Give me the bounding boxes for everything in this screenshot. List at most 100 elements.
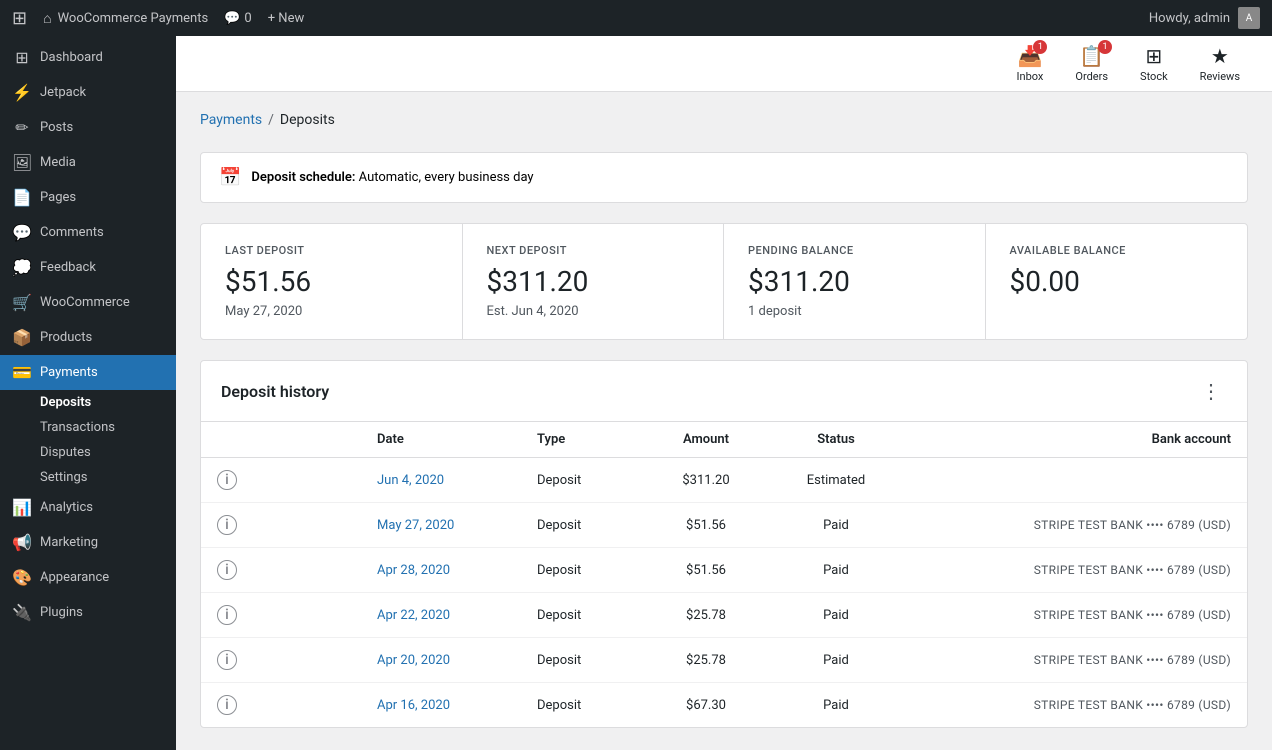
sidebar-item-payments[interactable]: 💳 Payments [0,355,176,390]
row-amount: $51.56 [641,503,771,548]
stat-last-deposit: LAST DEPOSIT $51.56 May 27, 2020 [201,224,463,339]
home-icon: ⌂ [43,10,51,27]
sidebar-item-marketing[interactable]: 📢 Marketing [0,525,176,560]
payments-icon: 💳 [12,363,32,382]
reviews-label: Reviews [1200,70,1240,83]
payments-submenu: Deposits Transactions Disputes Settings [0,390,176,490]
sidebar-item-label: Media [40,155,76,170]
more-options-button[interactable]: ⋮ [1195,377,1227,405]
stats-row: LAST DEPOSIT $51.56 May 27, 2020 NEXT DE… [200,223,1248,340]
inbox-badge: 1 [1033,40,1047,54]
stat-available-value: $0.00 [1010,265,1224,298]
sidebar-item-woocommerce[interactable]: 🛒 WooCommerce [0,285,176,320]
row-info-icon[interactable]: i [201,503,361,548]
stat-last-deposit-sub: May 27, 2020 [225,304,438,319]
stat-pending-sub: 1 deposit [748,304,961,319]
table-row: i Apr 20, 2020 Deposit $25.78 Paid STRIP… [201,638,1247,683]
col-header-amount: Amount [641,422,771,458]
row-info-icon[interactable]: i [201,548,361,593]
row-date-link[interactable]: Apr 22, 2020 [377,608,450,623]
row-info-icon[interactable]: i [201,593,361,638]
row-type: Deposit [521,683,641,728]
row-date: Apr 16, 2020 [361,683,521,728]
sidebar-subitem-settings[interactable]: Settings [36,465,176,490]
row-date-link[interactable]: Apr 16, 2020 [377,698,450,713]
comments-link[interactable]: 💬 0 [224,11,252,26]
howdy-label: Howdy, admin [1149,11,1230,26]
woocommerce-icon: 🛒 [12,293,32,312]
stock-button[interactable]: ⊞ Stock [1128,40,1180,87]
sidebar-item-media[interactable]: 🖼 Media [0,145,176,180]
row-status: Paid [771,683,901,728]
admin-bar: ⊞ ⌂ WooCommerce Payments 💬 0 + New Howdy… [0,0,1272,36]
avatar: A [1238,7,1260,29]
row-status: Paid [771,548,901,593]
stat-next-deposit-value: $311.20 [487,265,700,298]
sidebar-item-comments[interactable]: 💬 Comments [0,215,176,250]
stock-label: Stock [1140,70,1168,83]
sidebar-subitem-transactions[interactable]: Transactions [36,415,176,440]
sidebar-item-label: Jetpack [40,85,86,100]
schedule-value: Automatic, every business day [359,170,534,185]
history-header: Deposit history ⋮ [201,361,1247,422]
row-date-link[interactable]: Apr 28, 2020 [377,563,450,578]
stat-next-deposit-label: NEXT DEPOSIT [487,244,700,257]
sidebar-item-jetpack[interactable]: ⚡ Jetpack [0,75,176,110]
stock-icon: ⊞ [1145,44,1162,68]
site-name-label: WooCommerce Payments [58,11,209,26]
table-row: i Apr 16, 2020 Deposit $67.30 Paid STRIP… [201,683,1247,728]
row-bank [901,458,1247,503]
row-status: Paid [771,593,901,638]
inbox-label: Inbox [1017,70,1044,83]
content-area: 📥 1 Inbox 📋 1 Orders ⊞ Stock ★ Reviews [176,36,1272,750]
stat-available-balance: AVAILABLE BALANCE $0.00 [986,224,1248,339]
page-content: Payments / Deposits 📅 Deposit schedule: … [176,92,1272,750]
comment-icon: 💬 [224,11,240,26]
row-info-icon[interactable]: i [201,638,361,683]
table-row: i Jun 4, 2020 Deposit $311.20 Estimated [201,458,1247,503]
sidebar-item-appearance[interactable]: 🎨 Appearance [0,560,176,595]
row-date: Apr 22, 2020 [361,593,521,638]
col-header-status: Status [771,422,901,458]
sidebar-item-label: Products [40,330,92,345]
row-date-link[interactable]: May 27, 2020 [377,518,454,533]
orders-button[interactable]: 📋 1 Orders [1063,40,1120,87]
howdy-text: Howdy, admin A [1149,7,1260,29]
breadcrumb: Payments / Deposits [200,112,1248,128]
new-link[interactable]: + New [268,11,305,26]
reviews-button[interactable]: ★ Reviews [1188,40,1252,87]
site-name[interactable]: ⌂ WooCommerce Payments [43,10,208,27]
breadcrumb-payments-link[interactable]: Payments [200,112,262,128]
sidebar-item-posts[interactable]: ✏ Posts [0,110,176,145]
deposit-history-table: Date Type Amount Status Bank account i J… [201,422,1247,727]
row-date: Jun 4, 2020 [361,458,521,503]
orders-label: Orders [1075,70,1108,83]
sidebar-item-label: WooCommerce [40,295,130,310]
deposit-history-card: Deposit history ⋮ Date Type Amount Statu… [200,360,1248,728]
row-date-link[interactable]: Apr 20, 2020 [377,653,450,668]
row-info-icon[interactable]: i [201,458,361,503]
row-date-link[interactable]: Jun 4, 2020 [377,473,444,488]
sidebar-item-plugins[interactable]: 🔌 Plugins [0,595,176,630]
sidebar-item-analytics[interactable]: 📊 Analytics [0,490,176,525]
sidebar-item-feedback[interactable]: 💭 Feedback [0,250,176,285]
row-type: Deposit [521,593,641,638]
row-bank: STRIPE TEST BANK •••• 6789 (USD) [901,683,1247,728]
row-amount: $67.30 [641,683,771,728]
inbox-button[interactable]: 📥 1 Inbox [1005,40,1056,87]
table-header-row: Date Type Amount Status Bank account [201,422,1247,458]
posts-icon: ✏ [12,118,32,137]
schedule-label: Deposit schedule: [251,170,355,185]
row-bank: STRIPE TEST BANK •••• 6789 (USD) [901,548,1247,593]
table-row: i Apr 28, 2020 Deposit $51.56 Paid STRIP… [201,548,1247,593]
calendar-icon: 📅 [219,167,241,188]
stat-pending-label: PENDING BALANCE [748,244,961,257]
sidebar-subitem-disputes[interactable]: Disputes [36,440,176,465]
sidebar-subitem-deposits[interactable]: Deposits [36,390,176,415]
table-row: i May 27, 2020 Deposit $51.56 Paid STRIP… [201,503,1247,548]
sidebar-item-label: Posts [40,120,73,135]
row-info-icon[interactable]: i [201,683,361,728]
sidebar-item-products[interactable]: 📦 Products [0,320,176,355]
sidebar-item-dashboard[interactable]: ⊞ Dashboard [0,40,176,75]
sidebar-item-pages[interactable]: 📄 Pages [0,180,176,215]
